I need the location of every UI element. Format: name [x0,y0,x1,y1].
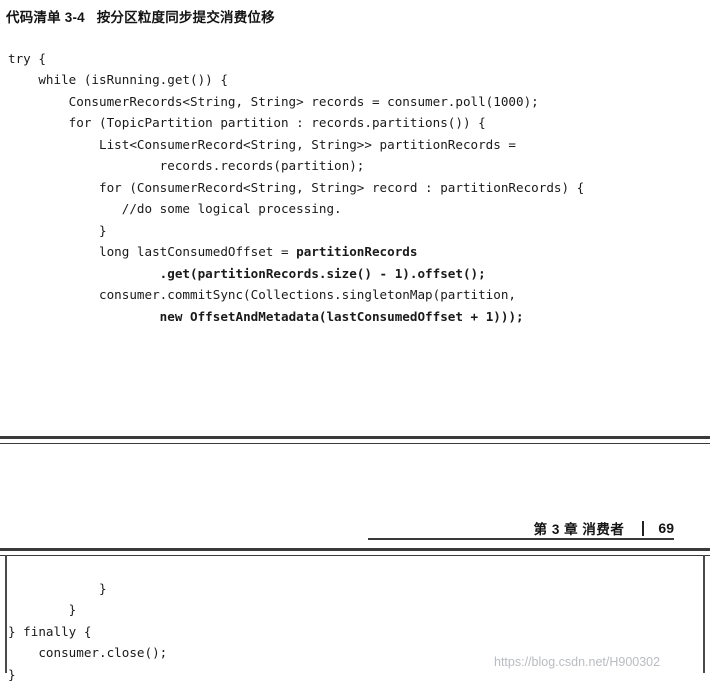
code-block-bottom: } } } finally { consumer.close();} [8,578,167,686]
page-divider-top-thin [0,443,710,444]
code-line: ConsumerRecords<String, String> records … [8,91,584,113]
code-token: } [68,602,77,618]
code-token-emphasis: new OffsetAndMetadata(lastConsumedOffset… [159,308,524,324]
page-footer: 第 3 章 消费者 69 [534,518,674,538]
code-line: long lastConsumedOffset = partitionRecor… [8,241,584,263]
page-edge-left [5,555,7,673]
code-token: } [8,666,16,682]
code-token: } [99,580,107,596]
code-line: } [8,220,584,242]
code-line: } [8,599,167,621]
code-token-emphasis: partitionRecords [296,244,418,260]
code-line: consumer.commitSync(Collections.singleto… [8,284,584,306]
code-line: try { [8,48,584,70]
footer-rule [368,538,674,540]
code-line: records.records(partition); [8,155,584,177]
code-line: for (ConsumerRecord<String, String> reco… [8,177,584,199]
code-token: consumer.close(); [38,645,168,661]
document-page: 代码清单 3-4 按分区粒度同步提交消费位移 try { while (isRu… [0,0,710,686]
code-line: List<ConsumerRecord<String, String>> par… [8,134,584,156]
scan-artifact-text [380,512,395,526]
footer-separator [642,520,645,536]
code-token-emphasis: .get(partitionRecords.size() - 1).offset… [159,265,486,281]
code-token: } finally { [8,623,92,639]
code-token: } [99,222,107,238]
page-divider-bottom-thin [0,555,710,556]
code-token: records.records(partition); [129,158,365,174]
code-line: consumer.close(); [8,642,167,664]
code-token: consumer.commitSync(Collections.singleto… [99,287,517,303]
page-divider-bottom-thick [0,548,710,551]
code-token: for (TopicPartition partition : records.… [68,115,486,131]
figure-caption: 代码清单 3-4 按分区粒度同步提交消费位移 [6,10,275,25]
code-line: } finally { [8,621,167,643]
page-edge-right [703,555,705,673]
watermark-url: https://blog.csdn.net/H900302 [494,655,661,669]
code-token: long lastConsumedOffset = [99,244,297,260]
code-line: .get(partitionRecords.size() - 1).offset… [8,263,584,285]
code-line: } [8,578,167,600]
code-line: //do some logical processing. [8,198,584,220]
code-line: for (TopicPartition partition : records.… [8,112,584,134]
code-token: while (isRunning.get()) { [38,72,228,88]
code-line: } [8,664,167,686]
page-divider-top-thick [0,436,710,439]
footer-page-number: 69 [658,520,674,536]
code-token: //do some logical processing. [99,201,342,217]
footer-chapter-label: 第 3 章 消费者 [533,522,625,537]
code-line: new OffsetAndMetadata(lastConsumedOffset… [8,306,584,328]
code-token: try { [8,50,46,66]
code-token: for (ConsumerRecord<String, String> reco… [99,179,585,195]
code-line: while (isRunning.get()) { [8,69,584,91]
code-block-top: try { while (isRunning.get()) { Consumer… [8,48,584,328]
code-token: List<ConsumerRecord<String, String>> par… [99,136,517,152]
code-token: ConsumerRecords<String, String> records … [68,93,539,109]
